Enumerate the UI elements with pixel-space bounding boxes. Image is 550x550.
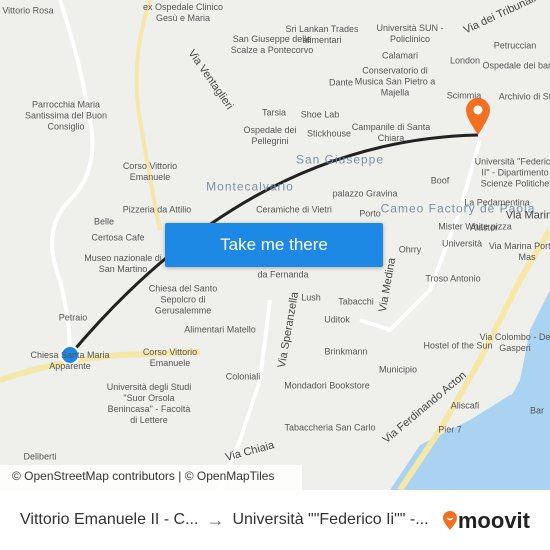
place-label: Porto xyxy=(359,208,381,219)
place-label: Università "Federico II" - Dipartimento … xyxy=(474,156,550,189)
place-label: Mondadori Bookstore xyxy=(284,380,370,391)
place-label: Ospedale dei Pellegrini xyxy=(243,125,297,146)
place-label: Archivio di St xyxy=(498,91,550,102)
street-label: Via Marina xyxy=(505,209,550,222)
place-label: Tabaccheria San Carlo xyxy=(284,422,376,433)
place-label: Parrocchia Maria Santissima del Buon Con… xyxy=(24,99,108,132)
place-label: La Pedamentina xyxy=(464,197,530,208)
place-label: Ospedale dei bambol xyxy=(482,60,550,71)
road xyxy=(50,0,95,356)
place-label: Belle xyxy=(93,216,115,227)
place-label: Tarsia xyxy=(261,107,287,118)
place-label: Certosa Cafe xyxy=(91,232,145,243)
place-label: ex Ospedale Clinico Gesù e Maria xyxy=(142,2,224,23)
place-label: Hostel of the Sun xyxy=(423,340,493,351)
place-label: Ceramiche di Vietri xyxy=(256,204,332,215)
place-label: Petruccian xyxy=(493,40,537,51)
place-label: Università degli Studi "Suor Orsola Beni… xyxy=(106,382,192,425)
place-label: Municipio xyxy=(378,364,418,375)
place-label: Troso Antonio xyxy=(425,273,481,284)
place-label: Corso Vittorio Emanuele xyxy=(122,161,178,182)
place-label: Petraio xyxy=(58,312,88,323)
place-label: Conservatorio di Musica San Pietro a Maj… xyxy=(354,65,436,98)
place-label: Corso Vittorio Emanuele xyxy=(142,347,198,368)
place-label: palazzo Gravina xyxy=(332,188,398,199)
place-label: Shoe Lab xyxy=(300,109,340,120)
place-label: Museo nazionale di San Martino xyxy=(84,253,162,274)
map[interactable]: Vittorio Rosa ex Ospedale Clinico Gesù e … xyxy=(0,0,550,490)
place-label: Chiesa del Santo Sepolcro di Gerusalemme xyxy=(148,283,218,316)
place-label: Alimentari Matello xyxy=(184,324,256,335)
place-label: Pier 7 xyxy=(438,424,462,435)
place-label: da Fernanda xyxy=(257,269,309,280)
place-label: Brinkmann xyxy=(324,346,368,357)
destination-pin-icon[interactable] xyxy=(466,98,490,135)
place-label: Calamari xyxy=(381,50,419,61)
place-label: Bar xyxy=(529,405,545,416)
place-label: Mister White pizza xyxy=(438,221,512,232)
road xyxy=(134,0,162,231)
place-label: Via Marina Porta di Mas xyxy=(488,241,550,262)
moovit-pin-icon xyxy=(442,511,457,530)
place-label: Università SUN - Policlinico xyxy=(376,23,444,44)
place-label: Boof xyxy=(430,175,450,186)
moovit-logo: moovit xyxy=(442,508,530,534)
arrow-right-icon: → xyxy=(206,509,225,530)
place-label: Vittorio Rosa xyxy=(2,5,54,16)
take-me-there-button[interactable]: Take me there xyxy=(165,223,383,267)
place-label: Stickhouse xyxy=(306,128,352,139)
place-label: Scimmia xyxy=(446,90,482,101)
place-label: Campanile di Santa Chiara xyxy=(351,122,431,143)
destination-name: Università ""Federico Ii"" -... xyxy=(232,511,429,528)
place-label: Pizzeria da Attilio xyxy=(122,204,192,215)
place-label: Università xyxy=(441,238,483,249)
place-label: Deliberti xyxy=(23,451,57,462)
place-label: London xyxy=(449,55,481,66)
place-label: Chiesa Santa Maria Apparente xyxy=(30,350,110,371)
place-label: Tabacchi xyxy=(338,296,374,307)
district-label: Montecalvario xyxy=(206,179,294,194)
place-label: Ohrry xyxy=(398,244,422,255)
place-label: San Giuseppe delle Scalze a Pontecorvo xyxy=(230,34,314,55)
district-label: San Giuseppe xyxy=(295,152,385,167)
place-label: Uditok xyxy=(324,314,350,325)
place-label: Lush xyxy=(301,292,321,303)
origin-name: Vittorio Emanuele II - C... xyxy=(20,511,199,528)
map-attribution[interactable]: © OpenStreetMap contributors | © OpenMap… xyxy=(0,465,302,490)
place-label: Aliscafi xyxy=(450,400,480,411)
place-label: Coloniali xyxy=(225,371,261,382)
